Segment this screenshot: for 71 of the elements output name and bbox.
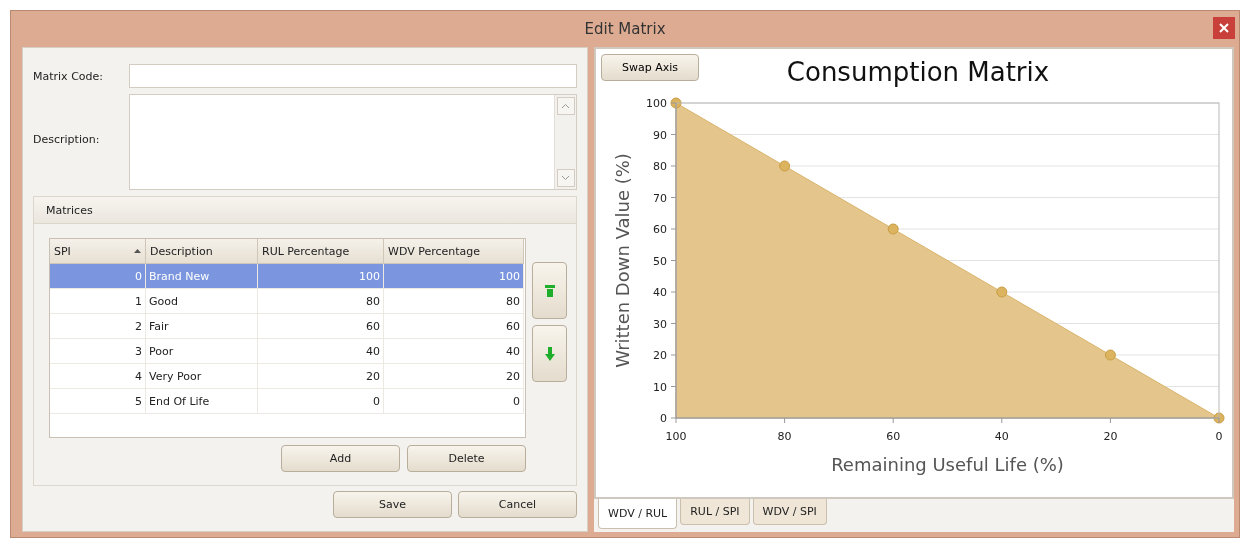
dialog-button[interactable]: Cancel [458,491,577,518]
matrix-button[interactable]: Delete [407,445,526,472]
y-tick-label: 0 [660,412,667,425]
x-tick-label: 40 [994,430,1009,443]
table-cell[interactable]: End Of Life [146,389,258,414]
table-cell[interactable]: 80 [258,289,384,314]
y-tick-label: 10 [653,380,667,394]
matrix-button[interactable]: Add [281,445,400,472]
table-cell[interactable]: 3 [50,339,146,364]
data-point [887,223,899,235]
table-cell[interactable]: Poor [146,339,258,364]
table-cell[interactable]: 60 [258,314,384,339]
dialog-button[interactable]: Save [333,491,452,518]
data-point [670,97,682,109]
table-cell[interactable]: 1 [50,289,146,314]
table-cell[interactable]: 80 [384,289,524,314]
table-cell[interactable]: Fair [146,314,258,339]
table-cell[interactable]: Very Poor [146,364,258,389]
x-tick-label: 100 [665,430,687,443]
arrow-down-icon [544,346,555,361]
table-cell[interactable]: 4 [50,364,146,389]
description-field[interactable] [129,94,577,190]
x-tick-label: 80 [777,430,792,443]
table-cell[interactable]: 0 [258,389,384,414]
data-point [1213,412,1225,424]
move-down-button[interactable] [532,325,567,382]
x-axis-title: Remaining Useful Life (%) [831,454,1064,475]
y-axis-title: Written Down Value (%) [612,153,633,368]
field-label: Description: [33,132,101,146]
chart-tab[interactable]: RUL / SPI [680,499,750,525]
y-tick-label: 30 [653,317,667,331]
column-header[interactable]: Description [146,239,258,264]
matrix-code-field[interactable] [129,64,577,88]
data-point [996,286,1008,298]
table-cell[interactable]: 20 [384,364,524,389]
data-point [779,160,791,172]
group-title: Matrices [46,203,93,217]
x-tick-label: 0 [1215,430,1223,443]
column-header[interactable]: WDV Percentage [384,239,524,264]
table-cell[interactable]: 2 [50,314,146,339]
table-cell[interactable]: 60 [384,314,524,339]
x-tick-label: 20 [1103,430,1118,443]
table-cell[interactable]: 0 [384,389,524,414]
table-cell[interactable]: 40 [258,339,384,364]
move-up-button[interactable] [532,262,567,319]
scroll-down-icon[interactable] [556,169,575,187]
y-tick-label: 50 [653,254,667,268]
table-cell[interactable]: 40 [384,339,524,364]
y-tick-label: 40 [653,286,667,299]
y-tick-label: 80 [653,160,667,173]
swap-axis-button[interactable]: Swap Axis [601,54,699,81]
y-tick-label: 100 [646,97,667,110]
y-tick-label: 60 [653,223,667,236]
x-tick-label: 60 [886,430,901,443]
table-cell[interactable]: Good [146,289,258,314]
column-header[interactable]: SPI [50,239,146,264]
y-tick-label: 70 [653,191,667,205]
arrow-up-icon [544,283,555,298]
chart-title: Consumption Matrix [786,57,1050,87]
table-cell[interactable]: 5 [50,389,146,414]
window-title: Edit Matrix [584,20,666,38]
field-label: Matrix Code: [33,69,104,83]
column-header[interactable]: RUL Percentage [258,239,384,264]
data-point [1104,349,1116,361]
chart-tab[interactable]: WDV / RUL [598,499,678,529]
chart-tab[interactable]: WDV / SPI [752,499,827,525]
table-cell[interactable]: 20 [258,364,384,389]
close-icon[interactable] [1213,17,1235,39]
scroll-up-icon[interactable] [556,97,575,115]
y-tick-label: 90 [653,128,667,142]
y-tick-label: 20 [653,349,667,362]
